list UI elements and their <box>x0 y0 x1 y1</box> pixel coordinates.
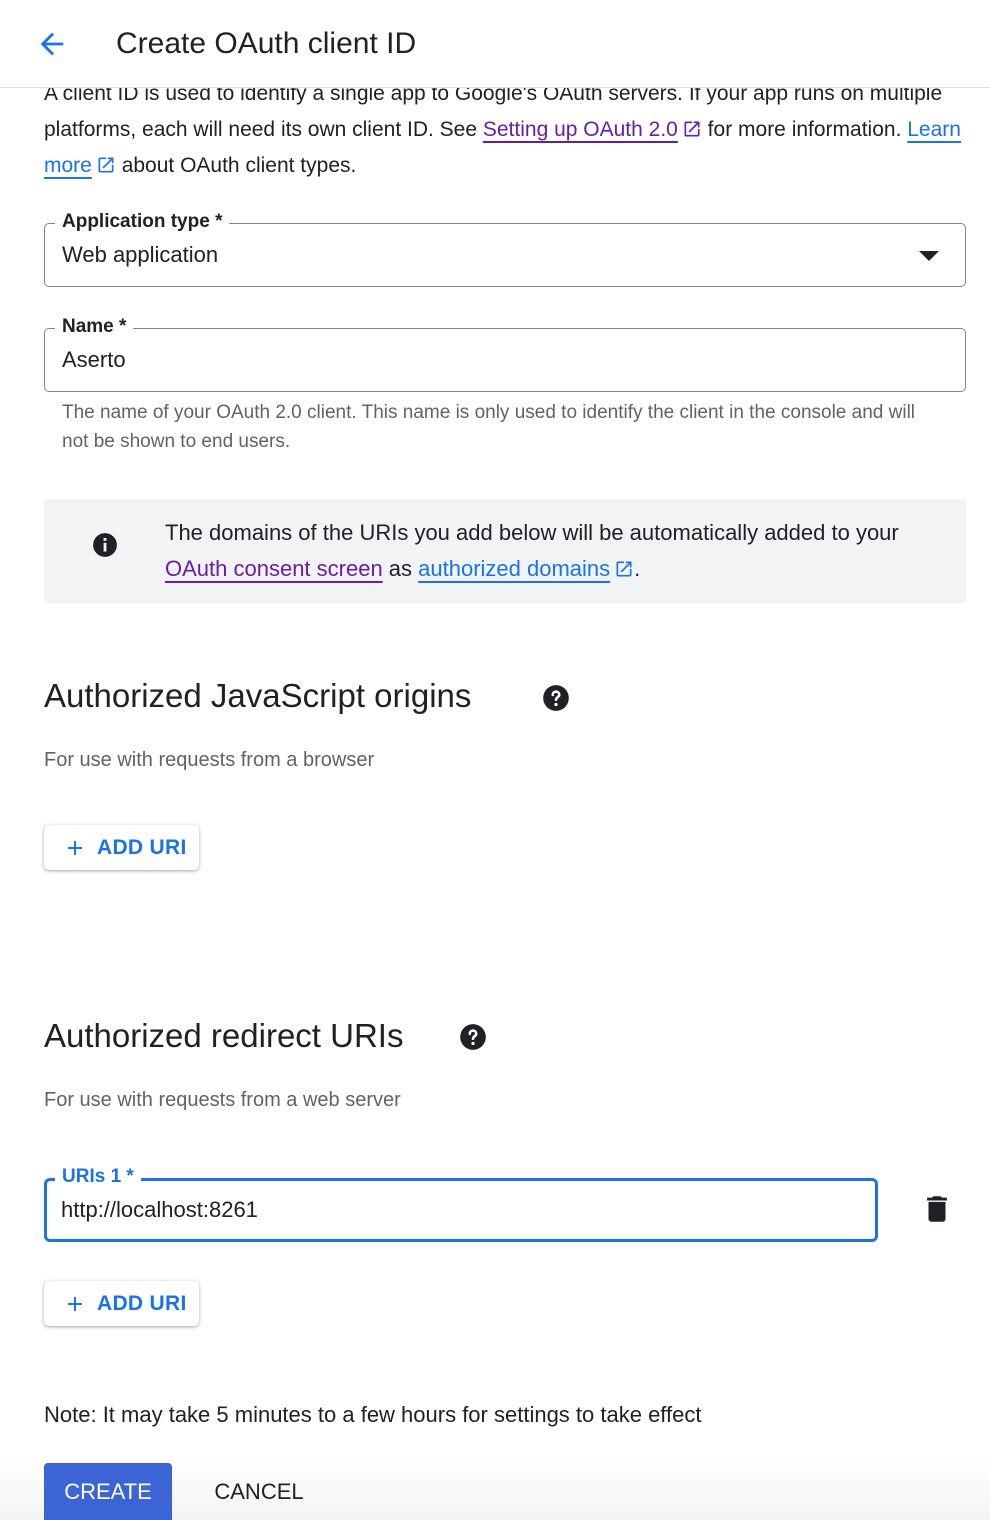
info-text-2: as <box>382 556 419 581</box>
info-text: The domains of the URIs you add below wi… <box>165 515 925 587</box>
intro-paragraph: A client ID is used to identify a single… <box>44 76 964 184</box>
redirect-uri-input[interactable] <box>61 1195 841 1225</box>
redirect-uris-subtitle: For use with requests from a web server <box>44 1089 401 1111</box>
info-text-3: . <box>634 556 641 581</box>
application-type-select[interactable]: Application type * Web application <box>44 210 966 287</box>
add-uri-label: ADD URI <box>97 835 187 859</box>
add-uri-label: ADD URI <box>97 1291 187 1315</box>
plus-icon <box>63 1292 87 1316</box>
js-origins-subtitle: For use with requests from a browser <box>44 749 375 771</box>
info-banner: The domains of the URIs you add below wi… <box>44 499 966 603</box>
external-link-icon <box>616 561 632 577</box>
oauth-consent-screen-link[interactable]: OAuth consent screen <box>165 556 383 581</box>
intro-text-3: about OAuth client types. <box>115 154 357 177</box>
plus-icon <box>63 836 87 860</box>
redirect-uri-field[interactable]: URIs 1 * <box>44 1165 878 1242</box>
setting-up-oauth-link[interactable]: Setting up OAuth 2.0 <box>483 118 678 141</box>
delete-icon[interactable] <box>920 1192 954 1226</box>
help-icon[interactable] <box>459 1023 487 1051</box>
add-redirect-uri-button[interactable]: ADD URI <box>44 1281 199 1326</box>
external-link-icon <box>684 121 700 137</box>
application-type-label: Application type * <box>55 210 230 234</box>
add-js-origin-uri-button[interactable]: ADD URI <box>44 825 199 870</box>
info-text-1: The domains of the URIs you add below wi… <box>165 520 899 545</box>
redirect-uri-label: URIs 1 * <box>55 1165 141 1189</box>
name-label: Name * <box>55 315 134 339</box>
js-origins-title: Authorized JavaScript origins <box>44 677 472 714</box>
back-button[interactable] <box>30 24 74 64</box>
name-value: Aserto <box>62 347 126 372</box>
page-title: Create OAuth client ID <box>116 27 417 60</box>
redirect-uris-title: Authorized redirect URIs <box>44 1017 404 1054</box>
create-button[interactable]: CREATE <box>44 1463 172 1520</box>
application-type-value: Web application <box>62 242 219 267</box>
dropdown-arrow-icon <box>919 251 939 261</box>
external-link-icon <box>98 157 114 173</box>
page-header: Create OAuth client ID <box>0 0 990 88</box>
name-field[interactable]: Name * Aserto <box>44 315 966 392</box>
help-icon[interactable] <box>542 684 570 712</box>
authorized-domains-link[interactable]: authorized domains <box>418 556 610 581</box>
arrow-back-icon <box>40 32 64 56</box>
name-hint: The name of your OAuth 2.0 client. This … <box>62 402 916 452</box>
cancel-button[interactable]: CANCEL <box>200 1463 318 1520</box>
info-icon <box>93 533 117 557</box>
intro-text-2: for more information. <box>701 118 908 141</box>
settings-note: Note: It may take 5 minutes to a few hou… <box>44 1402 702 1427</box>
